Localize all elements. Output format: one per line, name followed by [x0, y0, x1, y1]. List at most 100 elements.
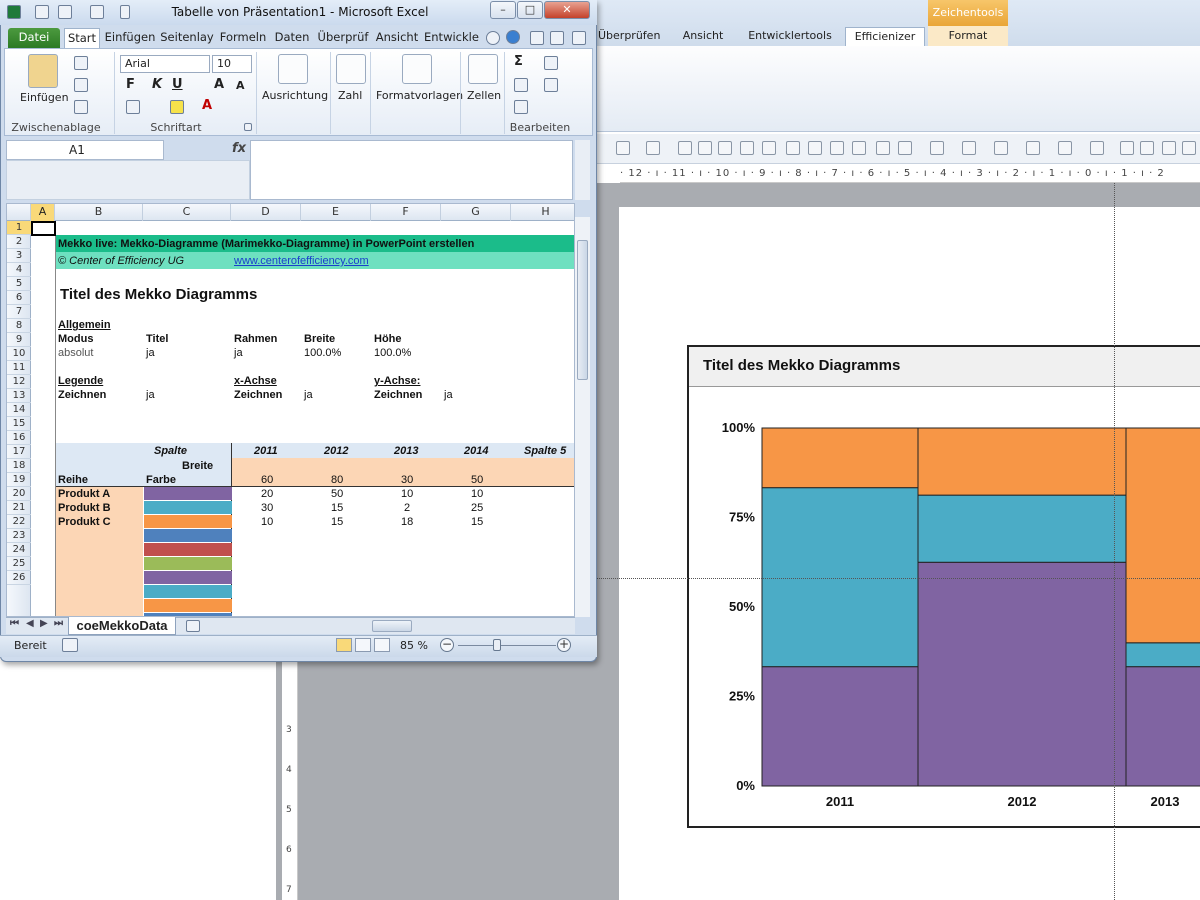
cell-b20[interactable]: Produkt C — [58, 515, 111, 529]
column-header-g[interactable]: G — [441, 204, 511, 221]
save-icon[interactable] — [35, 5, 49, 19]
horizontal-guide[interactable] — [596, 578, 1200, 579]
tab-einfuegen[interactable]: Einfügen — [104, 28, 156, 48]
cell-f19[interactable]: 2 — [404, 501, 410, 515]
cell-d11[interactable]: x-Achse — [234, 374, 277, 388]
row-header[interactable]: 19 — [7, 473, 31, 487]
pp-tab-ueberpruefen[interactable]: Überprüfen — [598, 27, 660, 46]
cell-e16[interactable]: 2012 — [324, 444, 348, 458]
autosum-button[interactable]: Σ — [514, 54, 523, 69]
chevron-up-icon[interactable] — [486, 31, 500, 45]
fill-icon[interactable] — [514, 78, 528, 92]
cell-h16[interactable]: Spalte 5 — [524, 444, 566, 458]
cell-f12[interactable]: Zeichnen — [374, 388, 422, 402]
sheet-tab-coemekkodata[interactable]: coeMekkoData — [68, 617, 176, 635]
row-header[interactable]: 15 — [7, 417, 31, 431]
clear-icon[interactable] — [514, 100, 528, 114]
font-name-select[interactable]: Arial — [120, 55, 210, 73]
connector-icon[interactable] — [1182, 141, 1196, 155]
underline-button[interactable]: U — [172, 77, 183, 92]
ribbon-minimize-icon[interactable] — [530, 31, 544, 45]
rotate-icon[interactable] — [876, 141, 890, 155]
paste-icon[interactable] — [28, 54, 58, 88]
cell-d19[interactable]: 30 — [261, 501, 273, 515]
insert-function-icon[interactable]: fx — [232, 141, 246, 156]
cell-b3[interactable]: © Center of Efficiency UG — [58, 254, 184, 268]
row-header[interactable]: 11 — [7, 361, 31, 375]
row-header[interactable]: 16 — [7, 431, 31, 445]
cell-d8[interactable]: Rahmen — [234, 332, 277, 346]
line-icon[interactable] — [1120, 141, 1134, 155]
row-header[interactable]: 3 — [7, 249, 31, 263]
row-header[interactable]: 21 — [7, 501, 31, 515]
cell-d16[interactable]: 2011 — [254, 444, 278, 458]
sheet-nav-next-icon[interactable]: ▶ — [40, 618, 48, 629]
distribute-icon[interactable] — [830, 141, 844, 155]
ribbon-restore-icon[interactable] — [550, 31, 564, 45]
redo-icon[interactable] — [90, 5, 104, 19]
row-header[interactable]: 1 — [7, 221, 31, 235]
styles-button[interactable]: Formatvorlagen — [376, 89, 463, 102]
row-header[interactable]: 7 — [7, 305, 31, 319]
row-header[interactable]: 10 — [7, 347, 31, 361]
group-icon[interactable] — [898, 141, 912, 155]
cell-g19[interactable]: 25 — [471, 501, 483, 515]
copy-icon[interactable] — [74, 78, 88, 92]
cell-g17[interactable]: 50 — [471, 473, 483, 487]
cell-b17[interactable]: Reihe — [58, 473, 88, 487]
connector-icon[interactable] — [1162, 141, 1176, 155]
borders-icon[interactable] — [126, 100, 140, 114]
page-break-view-icon[interactable] — [374, 638, 390, 652]
row-header[interactable]: 22 — [7, 515, 31, 529]
row-header[interactable]: 25 — [7, 557, 31, 571]
cell-e20[interactable]: 15 — [331, 515, 343, 529]
website-link[interactable]: www.centerofefficiency.com — [234, 254, 369, 268]
zoom-in-button[interactable]: + — [557, 638, 571, 652]
fill-color-icon[interactable] — [962, 141, 976, 155]
column-header-c[interactable]: C — [143, 204, 231, 221]
tab-ueberpruefen[interactable]: Überprüf — [316, 28, 370, 48]
tab-ansicht[interactable]: Ansicht — [374, 28, 420, 48]
cell-c17-breite[interactable]: Breite — [182, 459, 213, 473]
italic-button[interactable]: K — [152, 77, 162, 92]
line-color-icon[interactable] — [994, 141, 1008, 155]
maximize-button[interactable]: □ — [517, 1, 543, 19]
tab-formeln[interactable]: Formeln — [218, 28, 268, 48]
row-header[interactable]: 6 — [7, 291, 31, 305]
dash-style-icon[interactable] — [1058, 141, 1072, 155]
percent-icon[interactable] — [336, 54, 366, 84]
align-center-icon[interactable] — [786, 141, 800, 155]
sort-filter-icon[interactable] — [544, 56, 558, 70]
row-header[interactable]: 17 — [7, 445, 31, 459]
alignment-icon[interactable] — [278, 54, 308, 84]
row-header[interactable]: 4 — [7, 263, 31, 277]
color-swatch[interactable] — [144, 529, 232, 542]
sheet-nav-prev-icon[interactable]: ◀ — [26, 618, 34, 629]
cell-b19[interactable]: Produkt B — [58, 501, 111, 515]
row-header[interactable]: 23 — [7, 529, 31, 543]
sheet-nav-last-icon[interactable]: ⏭ — [54, 618, 63, 629]
cell-e9[interactable]: 100.0% — [304, 346, 341, 360]
arrange-icon[interactable] — [930, 141, 944, 155]
cell-f16[interactable]: 2013 — [394, 444, 418, 458]
row-header[interactable]: 9 — [7, 333, 31, 347]
vertical-guide[interactable] — [1114, 183, 1115, 900]
cell-b8[interactable]: Modus — [58, 332, 93, 346]
align-top-icon[interactable] — [718, 141, 732, 155]
pp-tab-ansicht[interactable]: Ansicht — [676, 27, 730, 46]
row-header[interactable]: 24 — [7, 543, 31, 557]
cell-f9[interactable]: 100.0% — [374, 346, 411, 360]
help-icon[interactable] — [506, 30, 520, 44]
column-header-e[interactable]: E — [301, 204, 371, 221]
active-cell-a1[interactable] — [31, 221, 56, 236]
row-header[interactable]: 26 — [7, 571, 31, 585]
vertical-scroll-thumb[interactable] — [577, 240, 588, 380]
tab-start[interactable]: Start — [64, 28, 100, 48]
mekko-chart-frame[interactable] — [687, 345, 1200, 828]
insert-sheet-icon[interactable] — [186, 620, 200, 632]
worksheet-grid[interactable]: A B C D E F G H 1 2 3 4 5 6 7 8 9 10 11 12 13 14 15 16 1… — [6, 203, 575, 617]
arrow-style-icon[interactable] — [1090, 141, 1104, 155]
cell-b2[interactable]: Mekko live: Mekko-Diagramme (Marimekko-D… — [58, 237, 474, 251]
cell-f8[interactable]: Höhe — [374, 332, 402, 346]
line-weight-icon[interactable] — [1026, 141, 1040, 155]
